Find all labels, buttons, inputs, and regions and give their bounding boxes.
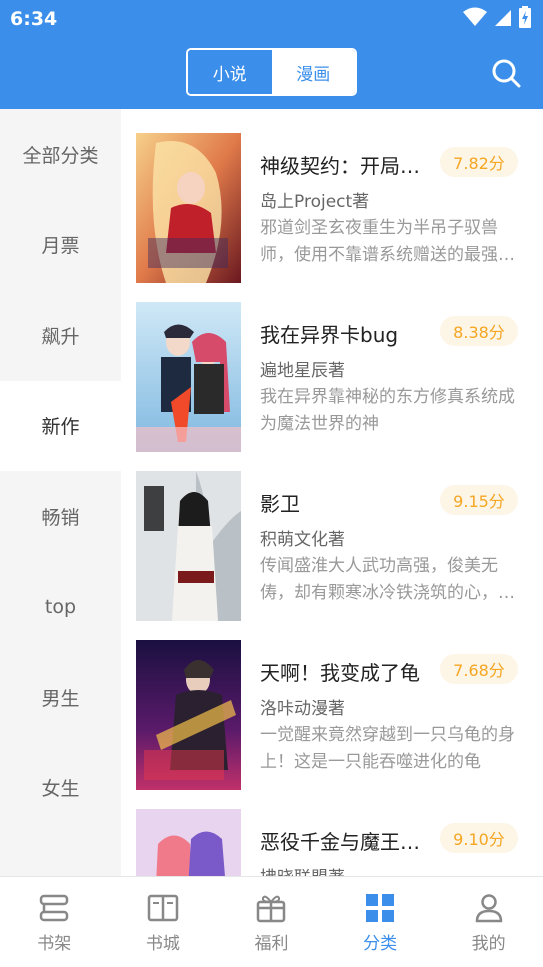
book-author: 积萌文化著 bbox=[260, 530, 345, 550]
book-author: 遍地星辰著 bbox=[260, 361, 345, 381]
tab-comic[interactable]: 漫画 bbox=[271, 50, 355, 94]
book-title[interactable]: 天啊！我变成了龟 bbox=[260, 657, 435, 686]
book-item[interactable]: 恶役千金与魔王大人 9.10分 拂晓联盟著 bbox=[121, 785, 543, 876]
tab-welfare[interactable]: 福利 bbox=[217, 877, 326, 967]
book-description: 一觉醒来竟然穿越到一只乌龟的身上！这是一只能吞噬进化的龟 bbox=[260, 725, 515, 772]
search-button[interactable] bbox=[490, 57, 522, 89]
book-score-badge: 8.38分 bbox=[440, 316, 518, 346]
book-cover[interactable] bbox=[136, 302, 241, 452]
book-description: 邪道剑圣玄夜重生为半吊子驭兽师，使用不靠谱系统赠送的最强狐妖 bbox=[260, 218, 515, 265]
sidebar-item-all[interactable]: 全部分类 bbox=[0, 109, 121, 200]
tab-label: 书架 bbox=[37, 934, 72, 954]
book-description: 传闻盛淮大人武功高强，俊美无俦，却有颗寒冰冷铁浇筑的心，不近人情 bbox=[260, 556, 515, 603]
book-title[interactable]: 我在异界卡bug bbox=[260, 319, 435, 348]
book-item[interactable]: 影卫 9.15分 积萌文化著 传闻盛淮大人武功高强，俊美无俦，却有颗寒冰冷铁浇筑… bbox=[121, 447, 543, 621]
category-icon bbox=[366, 894, 395, 922]
tab-label: 我的 bbox=[471, 934, 506, 954]
wifi-icon bbox=[463, 7, 487, 26]
book-item[interactable]: 天啊！我变成了龟 7.68分 洛咔动漫著 一觉醒来竟然穿越到一只乌龟的身上！这是… bbox=[121, 616, 543, 790]
book-score-badge: 9.15分 bbox=[440, 485, 518, 515]
bottom-tab-bar: 书架 书城 福利 分类 我的 bbox=[0, 876, 543, 967]
sidebar-item-female[interactable]: 女生 bbox=[0, 743, 121, 834]
book-score-badge: 7.68分 bbox=[440, 654, 518, 684]
battery-icon bbox=[519, 6, 531, 28]
book-list: 神级契约：开局一只狐 7.82分 岛上Project著 邪道剑圣玄夜重生为半吊子… bbox=[121, 109, 543, 876]
profile-icon bbox=[475, 894, 502, 923]
signal-icon bbox=[495, 10, 511, 26]
book-cover[interactable] bbox=[136, 471, 241, 621]
content-type-switch: 小说 漫画 bbox=[186, 48, 357, 96]
tab-category[interactable]: 分类 bbox=[326, 877, 435, 967]
gift-icon bbox=[257, 895, 286, 923]
book-cover[interactable] bbox=[136, 809, 241, 876]
sidebar-item-monthly-ticket[interactable]: 月票 bbox=[0, 200, 121, 291]
sidebar-item-male[interactable]: 男生 bbox=[0, 652, 121, 743]
book-author: 岛上Project著 bbox=[260, 192, 370, 212]
book-title[interactable]: 影卫 bbox=[260, 488, 435, 517]
search-icon bbox=[492, 59, 521, 88]
tab-bookshelf[interactable]: 书架 bbox=[0, 877, 109, 967]
book-author: 洛咔动漫著 bbox=[260, 699, 345, 719]
tab-profile[interactable]: 我的 bbox=[434, 877, 543, 967]
tab-label: 福利 bbox=[254, 934, 289, 954]
tab-bookstore[interactable]: 书城 bbox=[109, 877, 218, 967]
book-cover[interactable] bbox=[136, 133, 241, 283]
book-score-badge: 7.82分 bbox=[440, 147, 518, 177]
book-item[interactable]: 我在异界卡bug 8.38分 遍地星辰著 我在异界靠神秘的东方修真系统成为魔法世… bbox=[121, 278, 543, 452]
tab-label: 书城 bbox=[145, 934, 180, 954]
category-sidebar: 全部分类 月票 飙升 新作 畅销 top 男生 女生 bbox=[0, 109, 121, 876]
book-cover[interactable] bbox=[136, 640, 241, 790]
book-title[interactable]: 神级契约：开局一只狐 bbox=[260, 150, 435, 179]
app-header: 6:34 小说 漫画 bbox=[0, 0, 543, 109]
book-item[interactable]: 神级契约：开局一只狐 7.82分 岛上Project著 邪道剑圣玄夜重生为半吊子… bbox=[121, 109, 543, 283]
sidebar-item-rising[interactable]: 飙升 bbox=[0, 290, 121, 381]
book-icon bbox=[147, 894, 179, 922]
tab-label: 分类 bbox=[363, 934, 398, 954]
status-time: 6:34 bbox=[10, 8, 58, 30]
status-icons bbox=[463, 6, 531, 28]
sidebar-item-top[interactable]: top bbox=[0, 562, 121, 653]
book-description: 我在异界靠神秘的东方修真系统成为魔法世界的神 bbox=[260, 387, 515, 434]
sidebar-item-new[interactable]: 新作 bbox=[0, 380, 121, 471]
sidebar-item-bestseller[interactable]: 畅销 bbox=[0, 471, 121, 562]
tab-novel[interactable]: 小说 bbox=[188, 50, 272, 94]
book-author: 拂晓联盟著 bbox=[260, 863, 345, 876]
book-title[interactable]: 恶役千金与魔王大人 bbox=[260, 826, 435, 855]
book-score-badge: 9.10分 bbox=[440, 823, 518, 853]
bookshelf-icon bbox=[40, 894, 69, 922]
